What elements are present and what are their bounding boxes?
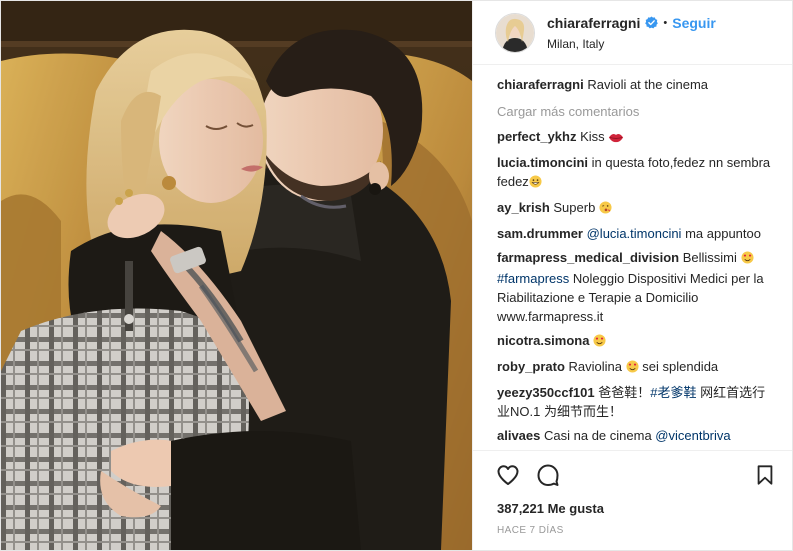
comment-username[interactable]: sam.drummer [497,226,583,241]
comment-text: Superb [553,200,596,215]
heart-eyes-emoji-icon [593,333,606,352]
comment-username[interactable]: nicotra.simona [497,333,589,348]
avatar-image [496,13,534,52]
header-text: chiaraferragni • Seguir Milan, Italy [547,15,716,51]
comment-username[interactable]: farmapress_medical_division [497,250,679,265]
comment-username[interactable]: perfect_ykhz [497,129,576,144]
heart-icon [497,464,519,485]
load-more-comments-button[interactable]: Cargar más comentarios [497,104,778,119]
lips-emoji-icon [608,129,624,148]
couple-photo-image [1,1,472,550]
comment-item: alivaes Casi na de cinema @vicentbriva [497,426,778,445]
separator-dot: • [663,16,668,29]
comment-username[interactable]: lucia.timoncini [497,155,588,170]
comment-hashtag-link[interactable]: #老爹鞋 [650,385,696,400]
comments-list[interactable]: chiaraferragni Ravioli at the cinema Car… [473,65,792,450]
comment-mention-link[interactable]: @vicentbriva [655,428,730,443]
comment-text: Casi na de cinema [544,428,652,443]
comment-text: ma appuntoo [685,226,761,241]
bookmark-icon [757,464,773,485]
caption-username[interactable]: chiaraferragni [497,77,584,92]
instagram-post: chiaraferragni • Seguir Milan, Italy chi… [0,0,793,551]
comment-button[interactable] [535,462,561,488]
username-link[interactable]: chiaraferragni [547,15,640,31]
comment-username[interactable]: yeezy350ccf101 [497,385,595,400]
comment-text-continued: sei splendida [642,359,719,374]
post-side-panel: chiaraferragni • Seguir Milan, Italy chi… [472,1,792,550]
kiss-face-emoji-icon [599,200,612,219]
comment-item: perfect_ykhz Kiss [497,127,778,148]
post-header: chiaraferragni • Seguir Milan, Italy [473,1,792,65]
comment-item: ay_krish Superb [497,198,778,219]
comment-text: Raviolina [568,359,623,374]
comment-mention-link[interactable]: @lucia.timoncini [587,226,682,241]
comment-hashtag-link[interactable]: #farmapress [497,271,569,286]
comment-item: sam.drummer @lucia.timoncini ma appuntoo [497,224,778,243]
heart-eyes-emoji-icon [626,359,639,378]
comment-username[interactable]: alivaes [497,428,540,443]
follow-button[interactable]: Seguir [672,15,716,31]
likes-count[interactable]: 387,221 Me gusta [473,498,792,520]
comment-item: farmapress_medical_division Bellissimi #… [497,248,778,326]
comment-text: Kiss [580,129,605,144]
comment-item: lucia.timoncini in questa foto,fedez nn … [497,153,778,193]
like-button[interactable] [495,462,521,488]
caption-text: Ravioli at the cinema [587,77,708,92]
save-button[interactable] [752,462,778,488]
comment-icon [537,464,559,486]
verified-badge-icon [645,16,659,29]
comment-username[interactable]: ay_krish [497,200,550,215]
comment-item: yeezy350ccf101 爸爸鞋！#老爹鞋 网红首选行业NO.1 为细节而生… [497,383,778,421]
comment-text: 爸爸鞋！ [598,385,651,400]
grin-emoji-icon [529,174,542,193]
header-row: chiaraferragni • Seguir [547,15,716,31]
heart-eyes-emoji-icon [740,250,754,269]
post-actions-bar [473,450,792,498]
comment-text: Bellissimi [682,250,737,265]
comment-item: roby_prato Raviolina sei splendida [497,357,778,378]
avatar[interactable] [495,12,535,53]
post-timestamp[interactable]: HACE 7 DÍAS [473,520,792,550]
comment-item: nicotra.simona [497,331,778,352]
comment-username[interactable]: roby_prato [497,359,565,374]
post-photo[interactable] [1,1,472,550]
caption: chiaraferragni Ravioli at the cinema [497,75,778,94]
location-link[interactable]: Milan, Italy [547,37,716,51]
